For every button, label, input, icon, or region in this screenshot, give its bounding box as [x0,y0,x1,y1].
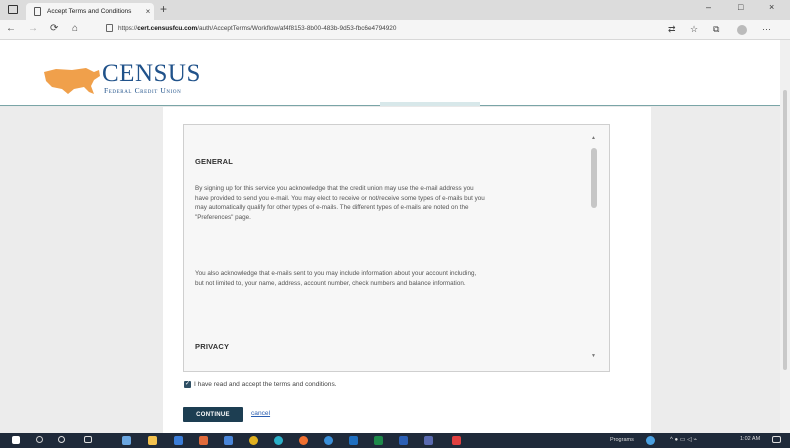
programs-toolbar-label[interactable]: Programs [610,437,634,443]
outlook-icon[interactable] [349,436,358,445]
app-icon[interactable] [424,436,433,445]
profile-icon[interactable] [737,25,747,35]
windows-start-icon[interactable] [12,436,20,444]
app-icon[interactable] [199,436,208,445]
app-icon[interactable] [224,436,233,445]
translate-icon[interactable]: ⇄ [668,24,676,35]
refresh-button[interactable]: ⟳ [50,23,58,34]
census-logo[interactable]: CENSUS Federal Credit Union [42,60,202,100]
search-icon[interactable] [36,436,43,443]
app-icon[interactable] [174,436,183,445]
app-icon[interactable] [452,436,461,445]
new-tab-button[interactable]: + [160,2,167,16]
page-icon [34,7,41,16]
tab-title: Accept Terms and Conditions [47,8,132,15]
more-icon[interactable]: ··· [762,24,771,34]
accept-terms-label[interactable]: I have read and accept the terms and con… [194,381,337,388]
task-view-icon[interactable] [84,436,92,443]
url-path: /auth/AcceptTerms/Workflow/af4f8153-8b00… [197,25,397,32]
terms-scrollbar[interactable]: ▲ ▼ [589,135,599,360]
firefox-icon[interactable] [299,436,308,445]
url-domain: cert.censusfcu.com [137,25,198,32]
edge-icon[interactable] [324,436,333,445]
collections-icon[interactable]: ⧉ [713,24,719,35]
accept-terms-row: ✓ I have read and accept the terms and c… [184,381,337,388]
terms-paragraph: By signing up for this service you ackno… [195,185,485,221]
browser-tab[interactable]: Accept Terms and Conditions × [26,3,154,20]
notifications-icon[interactable] [772,436,781,443]
cancel-link[interactable]: cancel [251,410,270,417]
address-input[interactable]: https://cert.censusfcu.com/auth/AcceptTe… [118,25,396,32]
file-explorer-icon[interactable] [148,436,157,445]
us-map-icon [44,68,100,94]
word-icon[interactable] [399,436,408,445]
terms-scroll-box[interactable]: GENERAL By signing up for this service y… [183,124,610,372]
continue-button[interactable]: CONTINUE [183,407,243,422]
people-icon[interactable] [122,436,131,445]
url-prefix: https:// [118,25,138,32]
favorites-icon[interactable]: ☆ [690,24,698,35]
lock-icon[interactable] [106,24,113,32]
brand-name: CENSUS [102,60,201,87]
cortana-icon[interactable] [58,436,65,443]
app-icon[interactable] [274,436,283,445]
chrome-icon[interactable] [249,436,258,445]
header-accent [380,102,480,106]
terms-heading-general: GENERAL [195,157,234,166]
tray-icons[interactable]: ^ ● ▭ ◁ ⌁ [670,436,697,443]
browser-titlebar: Accept Terms and Conditions × + – □ × [0,0,790,20]
terms-heading-privacy: PRIVACY [195,342,230,351]
close-window-button[interactable]: × [769,2,774,12]
terms-paragraph: You also acknowledge that e-mails sent t… [195,270,477,287]
excel-icon[interactable] [374,436,383,445]
maximize-button[interactable]: □ [738,2,743,12]
accept-terms-checkbox[interactable]: ✓ [184,381,191,388]
scrollbar-thumb[interactable] [591,148,597,208]
weather-icon[interactable] [646,436,655,445]
brand-subtitle: Federal Credit Union [104,86,182,95]
page-scrollbar-thumb[interactable] [783,90,787,370]
scroll-down-arrow-icon[interactable]: ▼ [591,353,596,359]
scroll-up-arrow-icon[interactable]: ▲ [591,135,596,141]
clock-time[interactable]: 1:02 AM [740,436,760,442]
minimize-button[interactable]: – [706,2,711,12]
back-button[interactable]: ← [6,23,16,34]
home-button[interactable]: ⌂ [72,23,78,34]
windows-taskbar: Programs ^ ● ▭ ◁ ⌁ 1:02 AM [0,433,790,448]
tab-close-icon[interactable]: × [142,7,154,16]
page-scrollbar[interactable] [780,40,790,433]
tab-actions-icon[interactable] [8,5,18,14]
site-header: CENSUS Federal Credit Union [0,40,790,106]
address-toolbar: ← → ⟳ ⌂ https://cert.censusfcu.com/auth/… [0,20,790,40]
forward-button[interactable]: → [28,23,38,34]
